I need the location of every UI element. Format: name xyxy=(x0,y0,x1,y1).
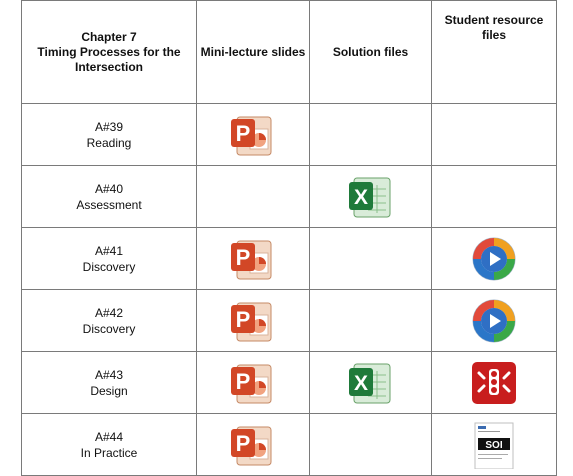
svg-text:X: X xyxy=(353,186,367,209)
excel-icon[interactable]: X xyxy=(346,173,396,221)
activity-cell: A#42 Discovery xyxy=(21,289,197,352)
svg-text:X: X xyxy=(353,372,367,395)
solutions-cell: X xyxy=(309,351,432,414)
chapter-resource-table: Chapter 7 Timing Processes for the Inter… xyxy=(21,0,557,476)
activity-type: Discovery xyxy=(82,321,136,336)
resources-cell xyxy=(431,165,557,228)
chapter-title-header: Chapter 7 Timing Processes for the Inter… xyxy=(21,0,197,104)
svg-text:P: P xyxy=(236,245,251,270)
resources-cell xyxy=(431,103,557,166)
powerpoint-icon[interactable]: P xyxy=(228,359,278,407)
resources-cell xyxy=(431,351,557,414)
activity-id: A#40 xyxy=(94,181,124,196)
traffic-light-app-icon[interactable] xyxy=(469,359,519,407)
chapter-resource-table-container: Chapter 7 Timing Processes for the Inter… xyxy=(21,0,557,476)
svg-text:P: P xyxy=(236,369,251,394)
slides-cell: P xyxy=(196,227,310,290)
table-row: A#40 Assessment X xyxy=(21,165,557,228)
activity-type: In Practice xyxy=(80,445,138,460)
solutions-cell: X xyxy=(309,165,432,228)
chapter-title-line-3: Intersection xyxy=(74,59,143,74)
solutions-cell xyxy=(309,227,432,290)
slides-cell: P xyxy=(196,103,310,166)
resources-cell: SOI xyxy=(431,413,557,476)
resources-cell xyxy=(431,227,557,290)
solutions-cell xyxy=(309,103,432,166)
table-row: A#42 Discovery P xyxy=(21,289,557,352)
media-player-icon[interactable] xyxy=(469,297,519,345)
media-player-icon[interactable] xyxy=(469,235,519,283)
activity-cell: A#40 Assessment xyxy=(21,165,197,228)
solutions-cell xyxy=(309,289,432,352)
powerpoint-icon[interactable]: P xyxy=(228,421,278,469)
svg-text:P: P xyxy=(236,121,251,146)
table-header-row: Chapter 7 Timing Processes for the Inter… xyxy=(21,0,557,104)
powerpoint-icon[interactable]: P xyxy=(228,297,278,345)
table-row: A#43 Design P X xyxy=(21,351,557,414)
powerpoint-icon[interactable]: P xyxy=(228,235,278,283)
activity-type: Design xyxy=(90,383,128,398)
activity-id: A#39 xyxy=(94,119,124,134)
svg-text:P: P xyxy=(236,431,251,456)
powerpoint-icon[interactable]: P xyxy=(228,111,278,159)
chapter-title-line-1: Chapter 7 xyxy=(81,29,137,44)
activity-id: A#42 xyxy=(94,305,124,320)
activity-cell: A#41 Discovery xyxy=(21,227,197,290)
solutions-cell xyxy=(309,413,432,476)
activity-cell: A#44 In Practice xyxy=(21,413,197,476)
table-row: A#39 Reading P xyxy=(21,103,557,166)
resources-cell xyxy=(431,289,557,352)
activity-id: A#43 xyxy=(94,367,124,382)
mini-lecture-slides-header: Mini-lecture slides xyxy=(196,0,310,104)
student-resource-files-header: Student resource files xyxy=(431,0,557,104)
student-resource-line-2: files xyxy=(481,28,506,42)
activity-type: Reading xyxy=(86,135,132,150)
student-resource-line-1: Student resource xyxy=(444,13,544,27)
activity-id: A#41 xyxy=(94,243,124,258)
svg-text:SOI: SOI xyxy=(485,440,502,451)
activity-cell: A#43 Design xyxy=(21,351,197,414)
activity-type: Discovery xyxy=(82,259,136,274)
slides-cell: P xyxy=(196,289,310,352)
table-row: A#41 Discovery P xyxy=(21,227,557,290)
svg-text:P: P xyxy=(236,307,251,332)
chapter-title-line-2: Timing Processes for the xyxy=(37,44,181,59)
activity-id: A#44 xyxy=(94,429,124,444)
slides-cell: P xyxy=(196,413,310,476)
activity-type: Assessment xyxy=(76,197,142,212)
table-row: A#44 In Practice P SOI xyxy=(21,413,557,476)
document-thumbnail-icon[interactable]: SOI xyxy=(469,421,519,469)
excel-icon[interactable]: X xyxy=(346,359,396,407)
slides-cell: P xyxy=(196,351,310,414)
slides-cell xyxy=(196,165,310,228)
solution-files-header: Solution files xyxy=(309,0,432,104)
activity-cell: A#39 Reading xyxy=(21,103,197,166)
